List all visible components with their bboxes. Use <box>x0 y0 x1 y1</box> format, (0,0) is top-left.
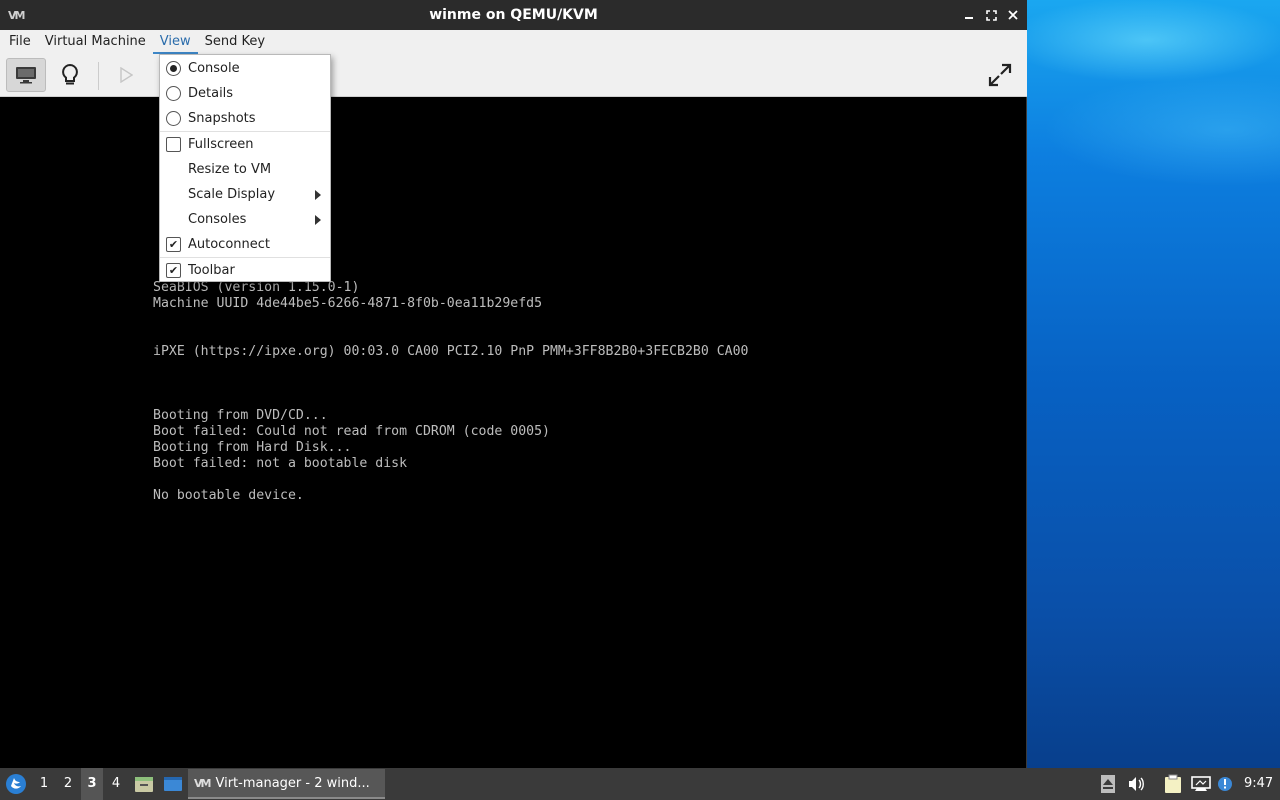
radio-unselected-icon <box>166 86 181 101</box>
menu-virtual-machine[interactable]: Virtual Machine <box>38 30 153 54</box>
view-snapshots-option[interactable]: Snapshots <box>160 106 330 131</box>
maximize-icon[interactable] <box>983 6 999 24</box>
scale-display-label: Scale Display <box>188 187 276 202</box>
play-icon <box>120 67 133 83</box>
desktop-icon <box>164 777 182 791</box>
virt-manager-app-icon: VM <box>8 9 25 22</box>
virt-manager-task-button[interactable]: VM Virt-manager - 2 wind... <box>188 769 385 799</box>
toolbar-label: Toolbar <box>188 263 235 278</box>
virt-manager-icon: VM <box>194 776 212 790</box>
checkbox-unchecked-icon <box>166 137 181 152</box>
toolbar-separator <box>98 62 99 90</box>
distro-logo-icon <box>6 774 26 794</box>
eject-icon <box>1101 775 1115 793</box>
task-label: Virt-manager - 2 wind... <box>215 775 370 791</box>
show-details-button[interactable] <box>50 58 90 92</box>
resize-to-vm-option[interactable]: Resize to VM <box>160 157 330 182</box>
view-menu-dropdown: Console Details Snapshots Fullscreen Res… <box>159 54 331 282</box>
file-manager-icon <box>135 777 153 792</box>
bios-output: SeaBIOS (version 1.15.0-1) Machine UUID … <box>153 280 748 504</box>
show-console-button[interactable] <box>6 58 46 92</box>
menu-file[interactable]: File <box>2 30 38 54</box>
minimize-icon[interactable] <box>961 6 977 24</box>
run-button[interactable] <box>106 58 146 92</box>
submenu-arrow-icon <box>315 215 321 225</box>
view-console-option[interactable]: Console <box>160 56 330 81</box>
console-line: Booting from Hard Disk... <box>153 440 352 455</box>
expand-icon <box>988 63 1012 87</box>
start-menu-button[interactable] <box>5 773 27 795</box>
autoconnect-option[interactable]: ✔ Autoconnect <box>160 232 330 257</box>
radio-unselected-icon <box>166 111 181 126</box>
window-controls <box>961 6 1021 24</box>
menu-send-key[interactable]: Send Key <box>198 30 272 54</box>
fullscreen-option[interactable]: Fullscreen <box>160 132 330 157</box>
clipboard-icon <box>1165 774 1181 793</box>
submenu-arrow-icon <box>315 190 321 200</box>
console-line: iPXE (https://ipxe.org) 00:03.0 CA00 PCI… <box>153 344 749 359</box>
menu-bar: File Virtual Machine View Send Key <box>0 30 1027 54</box>
clock: 9:47 <box>1244 776 1274 791</box>
close-icon[interactable] <box>1005 6 1021 24</box>
vm-console-display[interactable]: SeaBIOS (version 1.15.0-1) Machine UUID … <box>0 97 1026 768</box>
notification-tray[interactable] <box>1216 768 1234 800</box>
clipboard-tray[interactable] <box>1162 768 1184 800</box>
workspace-4[interactable]: 4 <box>105 768 127 800</box>
info-icon <box>1218 777 1232 791</box>
autoconnect-label: Autoconnect <box>188 237 271 252</box>
vm-console-window: VM winme on QEMU/KVM File Virtual Machin… <box>0 0 1027 768</box>
view-details-label: Details <box>188 86 234 101</box>
checkbox-checked-icon: ✔ <box>166 263 181 278</box>
speaker-icon <box>1129 777 1144 791</box>
console-line: Machine UUID 4de44be5-6266-4871-8f0b-0ea… <box>153 296 543 311</box>
toolbar-option[interactable]: ✔ Toolbar <box>160 258 330 283</box>
taskbar: 1 2 3 4 VM Virt-manager - 2 wind... 9:47 <box>0 768 1280 800</box>
workspace-1[interactable]: 1 <box>33 768 55 800</box>
lightbulb-icon <box>62 63 78 85</box>
resize-to-vm-label: Resize to VM <box>188 162 272 177</box>
monitor-icon <box>16 67 36 84</box>
console-line: No bootable device. <box>153 488 304 503</box>
fullscreen-button[interactable] <box>980 58 1020 92</box>
eject-tray[interactable] <box>1098 768 1118 800</box>
view-snapshots-label: Snapshots <box>188 111 256 126</box>
console-line: Boot failed: Could not read from CDROM (… <box>153 424 550 439</box>
network-icon <box>1191 776 1211 791</box>
view-console-label: Console <box>188 61 240 76</box>
workspace-3[interactable]: 3 <box>81 768 103 800</box>
consoles-label: Consoles <box>188 212 247 227</box>
window-title: winme on QEMU/KVM <box>429 7 598 23</box>
volume-tray[interactable] <box>1126 768 1146 800</box>
network-tray[interactable] <box>1190 768 1212 800</box>
console-line: Boot failed: not a bootable disk <box>153 456 408 471</box>
title-bar[interactable]: VM winme on QEMU/KVM <box>0 0 1027 30</box>
consoles-option[interactable]: Consoles <box>160 207 330 232</box>
workspace-2[interactable]: 2 <box>57 768 79 800</box>
toolbar <box>0 54 1027 97</box>
radio-selected-icon <box>166 61 181 76</box>
file-manager-launcher[interactable] <box>134 768 154 800</box>
console-line: Booting from DVD/CD... <box>153 408 328 423</box>
checkbox-checked-icon: ✔ <box>166 237 181 252</box>
scale-display-option[interactable]: Scale Display <box>160 182 330 207</box>
view-details-option[interactable]: Details <box>160 81 330 106</box>
fullscreen-label: Fullscreen <box>188 137 254 152</box>
desktop-background <box>1027 0 1280 768</box>
show-desktop-launcher[interactable] <box>162 768 184 800</box>
menu-view[interactable]: View <box>152 30 198 54</box>
